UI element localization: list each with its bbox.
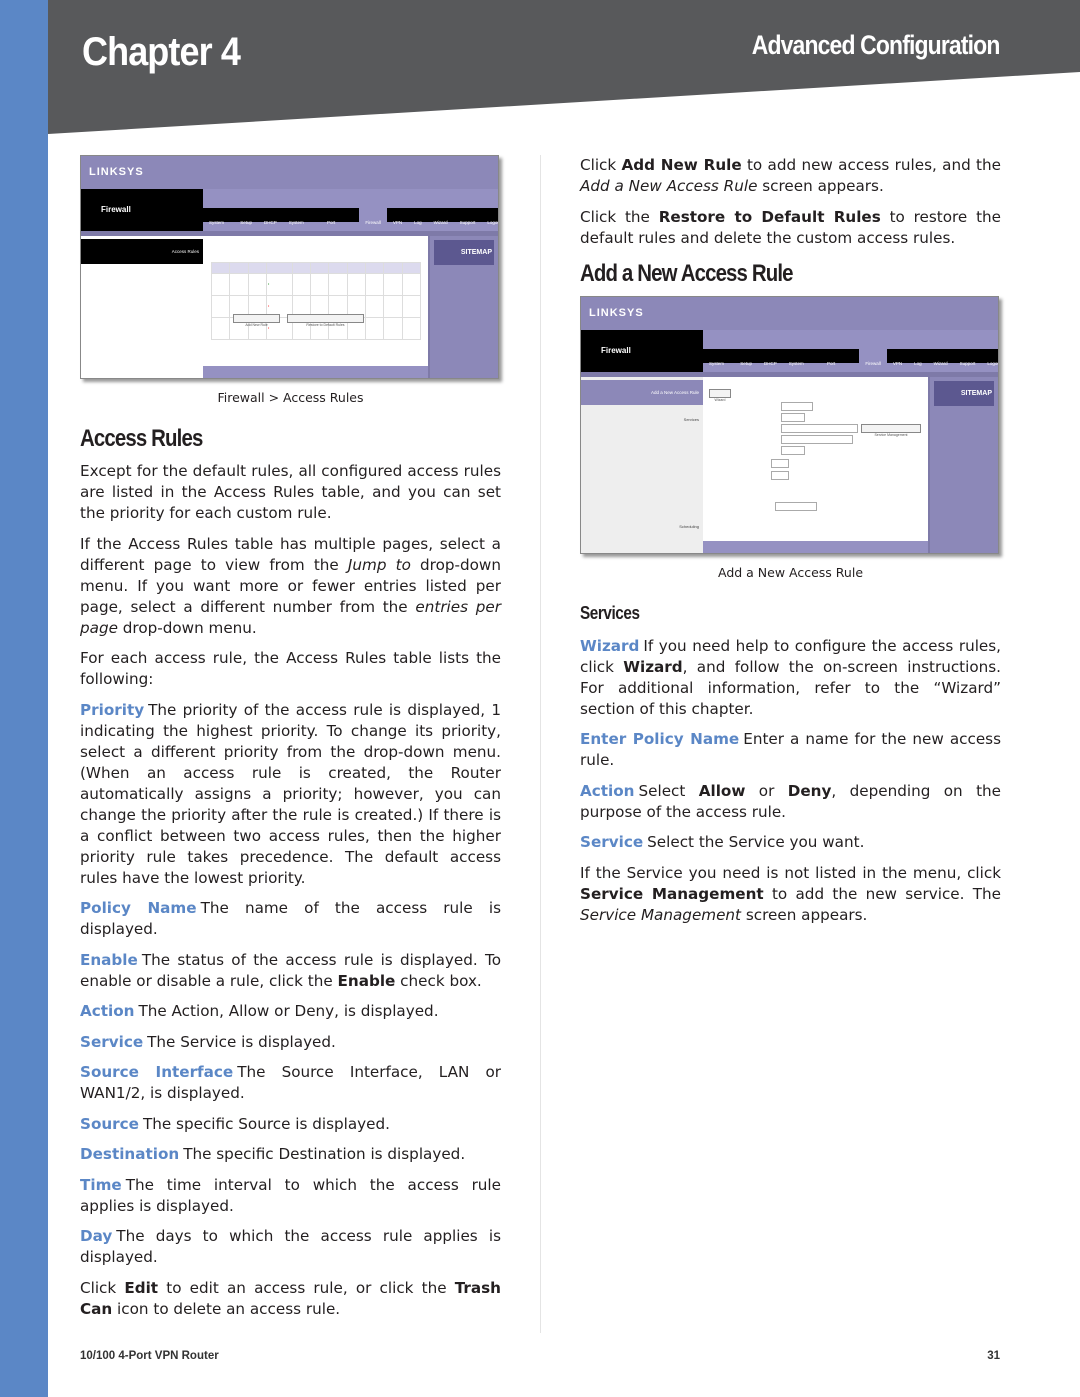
- heading-add-new-access-rule: Add a New Access Rule: [580, 259, 794, 287]
- page-label: Firewall: [581, 329, 703, 372]
- screenshot-sidebar: Add a New Access Rule Services Schedulin…: [581, 376, 703, 553]
- nav-tabs: System Summary Setup DHCP System Managem…: [703, 348, 998, 387]
- figure-caption: Firewall > Access Rules: [217, 390, 364, 405]
- tab-logout[interactable]: Logout: [981, 349, 998, 366]
- tab-setup[interactable]: Setup: [234, 208, 258, 225]
- paragraph: Except for the default rules, all config…: [80, 462, 501, 522]
- scheduling-label: Scheduling: [679, 523, 699, 529]
- tab-wizard[interactable]: Wizard: [428, 208, 454, 225]
- term-time: Time The time interval to which the acces…: [80, 1175, 501, 1215]
- tab-support[interactable]: Support: [954, 349, 982, 366]
- tab-wizard[interactable]: Wizard: [928, 349, 954, 366]
- left-accent-bar: [0, 0, 48, 1397]
- heading-access-rules: Access Rules: [80, 425, 203, 452]
- term-action: Action Select Allow or Deny, depending on…: [580, 781, 1001, 821]
- log-select[interactable]: [781, 434, 853, 444]
- paragraph: Click the Restore to Default Rules to re…: [580, 207, 1001, 247]
- right-column: Click Add New Rule to add new access rul…: [580, 155, 1001, 935]
- tab-system-summary[interactable]: System Summary: [703, 349, 734, 387]
- restore-default-rules-button[interactable]: Restore to Default Rules: [287, 314, 364, 327]
- tab-dhcp[interactable]: DHCP: [758, 349, 783, 366]
- chapter-title: Chapter 4: [82, 30, 241, 74]
- page-label: Firewall: [81, 189, 203, 231]
- footer-product: 10/100 4-Port VPN Router: [80, 1350, 219, 1362]
- tab-system-management[interactable]: System Management: [783, 349, 821, 387]
- policy-name-input[interactable]: [781, 401, 813, 411]
- action-select[interactable]: [781, 412, 805, 422]
- sitemap-panel: SITEMAP: [930, 376, 998, 553]
- tab-port-management[interactable]: Port Management: [321, 208, 359, 246]
- heading-services: Services: [580, 602, 640, 623]
- add-access-rule-screenshot: LINKSYSA Division of Cisco Systems, Inc.…: [580, 295, 999, 554]
- add-new-rule-button[interactable]: Add New Rule: [233, 314, 280, 327]
- screenshot-sidebar: Access Rules: [81, 236, 203, 378]
- tab-system-summary[interactable]: System Summary: [203, 208, 234, 246]
- access-rules-table: • • •: [210, 262, 422, 340]
- column-divider: [540, 155, 541, 1333]
- paragraph: If the Access Rules table has multiple p…: [80, 534, 501, 637]
- tab-log[interactable]: Log: [908, 349, 928, 366]
- term-priority: Priority The priority of the access rule …: [80, 700, 501, 887]
- screenshot-bottom-bar: [203, 366, 428, 378]
- left-column: LINKSYSA Division of Cisco Systems, Inc.…: [80, 155, 501, 1329]
- tab-firewall[interactable]: Firewall: [859, 348, 887, 366]
- table-row: •: [210, 273, 422, 296]
- source-interface-select[interactable]: [781, 445, 805, 455]
- tab-firewall[interactable]: Firewall: [359, 208, 387, 225]
- term-wizard: Wizard If you need help to configure the …: [580, 636, 1001, 718]
- paragraph: If the Service you need is not listed in…: [580, 863, 1002, 924]
- sidebar-label: Access Rules: [81, 239, 203, 264]
- term-source-interface: Source Interface The Source Interface, LA…: [80, 1063, 501, 1102]
- section-title: Advanced Configuration: [752, 30, 1001, 60]
- sidebar-label: Add a New Access Rule: [581, 379, 703, 405]
- term-service: Service The Service is displayed.: [80, 1032, 336, 1051]
- access-rules-table-area: • • • Add New Rule Restore to Default Ru…: [203, 236, 428, 366]
- term-policy-name: Policy Name The name of the access rule i…: [80, 899, 501, 938]
- tab-dhcp[interactable]: DHCP: [258, 208, 283, 225]
- tab-port-management[interactable]: Port Management: [821, 349, 859, 387]
- term-enable: Enable The status of the access rule is d…: [80, 950, 501, 990]
- tab-vpn[interactable]: VPN: [887, 349, 908, 366]
- term-enter-policy-name: Enter Policy Name Enter a name for the ne…: [580, 730, 1002, 769]
- term-destination: Destination The specific Destination is d…: [80, 1145, 466, 1163]
- add-rule-form: Wizard Service Management: [703, 376, 928, 541]
- term-day: Day The days to which the access rule app…: [80, 1227, 501, 1266]
- services-label: Services: [683, 416, 699, 422]
- term-service: Service Select the Service you want.: [580, 833, 865, 851]
- tab-support[interactable]: Support: [454, 208, 482, 225]
- term-source: Source The specific Source is displayed.: [80, 1114, 390, 1133]
- tab-logout[interactable]: Logout: [481, 208, 498, 225]
- source-ip-select[interactable]: [771, 458, 789, 468]
- paragraph: Click Edit to edit an access rule, or cl…: [80, 1278, 501, 1318]
- paragraph: Click Add New Rule to add new access rul…: [580, 156, 1001, 195]
- tab-system-management[interactable]: System Management: [283, 208, 321, 246]
- tab-log[interactable]: Log: [408, 208, 428, 225]
- destination-ip-select[interactable]: [771, 470, 789, 480]
- sitemap-panel: SITEMAP: [430, 236, 498, 378]
- tab-vpn[interactable]: VPN: [387, 208, 408, 225]
- service-management-button[interactable]: Service Management: [861, 423, 921, 437]
- paragraph: For each access rule, the Access Rules t…: [80, 649, 501, 688]
- tab-setup[interactable]: Setup: [734, 349, 758, 366]
- wizard-button[interactable]: Wizard: [709, 388, 731, 402]
- schedule-select[interactable]: [775, 501, 817, 511]
- screenshot-bottom-bar: [703, 540, 928, 553]
- service-select[interactable]: [781, 423, 858, 433]
- page-number: 31: [987, 1350, 1000, 1362]
- figure-caption: Add a New Access Rule: [717, 564, 864, 580]
- term-action: Action The Action, Allow or Deny, is disp…: [80, 1002, 439, 1020]
- firewall-access-rules-screenshot: LINKSYSA Division of Cisco Systems, Inc.…: [80, 155, 499, 379]
- nav-tabs: System Summary Setup DHCP System Managem…: [203, 208, 498, 246]
